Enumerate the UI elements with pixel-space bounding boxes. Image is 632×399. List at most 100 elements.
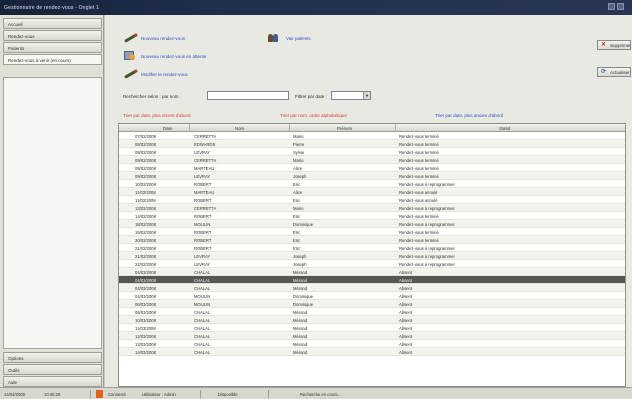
cell-firstname: Mérand [293, 310, 308, 315]
column-header-firstname[interactable]: Prénom [337, 126, 352, 131]
application-window: Gestionnaire de rendez-vous - Onglet 1 A… [0, 0, 632, 399]
table-row[interactable]: 20/02/2008 ROBERT Eric Rendez-vous terminé [119, 236, 625, 244]
table-row[interactable]: 12/03/2008 CHALAL Mérand Absent [119, 332, 625, 340]
main-panel: Nouveau rendez-vous Nouveau rendez-vous … [105, 15, 632, 387]
table-row[interactable]: 11/02/2008 MARTEAU Alice Rendez-vous annulé [119, 188, 625, 196]
status-user: Utilisateur : Admin [142, 392, 176, 397]
sidebar-item-outils[interactable]: Outils [3, 364, 102, 375]
search-input[interactable] [207, 91, 289, 100]
chevron-down-icon[interactable]: ▼ [363, 92, 370, 99]
table-row[interactable]: 10/02/2008 ROBERT Eric Rendez-vous à reprog… [119, 180, 625, 188]
cell-firstname: Alice [293, 166, 303, 171]
people-icon [268, 33, 281, 43]
table-row[interactable]: 14/02/2008 ROBERT Eric Rendez-vous terminé [119, 212, 625, 220]
cell-date: 09/02/2008 [135, 158, 156, 163]
cell-firstname: Pierre [293, 142, 305, 147]
cell-date: 04/03/2008 [135, 286, 156, 291]
cell-status: Rendez-vous terminé [399, 214, 439, 219]
table-row[interactable]: 04/03/2008 CHALAL Mérand Absent [119, 268, 625, 276]
cell-firstname: Mérand [293, 286, 308, 291]
cell-name: MARTEAU [194, 190, 215, 195]
cell-status: Rendez-vous à reprogrammer [399, 222, 455, 227]
patients-action[interactable]: Voir patients [268, 33, 338, 43]
cell-firstname: Eric [293, 198, 301, 203]
table-row[interactable]: 19/02/2008 ROBERT Eric Rendez-vous terminé [119, 228, 625, 236]
table-row[interactable]: 10/03/2008 CHALAL Mérand Absent [119, 316, 625, 324]
refresh-label: Actualiser [610, 70, 630, 75]
column-header-date[interactable]: Date [163, 126, 172, 131]
modify-action[interactable]: Modifier le rendez-vous [123, 69, 223, 79]
search-label: Rechercher selon : par nom [123, 94, 179, 99]
column-header-status[interactable]: Statut [499, 126, 510, 131]
table-row[interactable]: 22/02/2008 LEVRAY Joseph Rendez-vous à repr… [119, 260, 625, 268]
cell-date: 14/02/2008 [135, 214, 156, 219]
close-button[interactable] [617, 3, 624, 10]
cell-firstname: Joseph [293, 254, 307, 259]
status-mode: Connecté [108, 392, 126, 397]
cell-status: Rendez-vous annulé [399, 190, 438, 195]
cell-status: Rendez-vous terminé [399, 134, 439, 139]
status-state: Disponible [218, 392, 238, 397]
table-row[interactable]: 09/02/2008 LEVRAY Joseph Rendez-vous termin… [119, 172, 625, 180]
table-row[interactable]: 04/03/2008 MOULIN Dominique Absent [119, 292, 625, 300]
close-icon: ✕ [600, 42, 607, 48]
table-row[interactable]: 13/02/2008 CERRETTA Mario Rendez-vous à rep… [119, 204, 625, 212]
cell-status: Rendez-vous à reprogrammer [399, 262, 455, 267]
cell-date: 22/02/2008 [135, 262, 156, 267]
sort-by-date-link[interactable]: Trier par date, plus récent d'abord [123, 113, 190, 118]
table-row[interactable]: 08/02/2008 LEVRAY Sylvie Rendez-vous termin… [119, 148, 625, 156]
table-row[interactable]: 04/03/2008 CHALAL Mérand Absent [119, 276, 625, 284]
table-row[interactable]: 11/02/2008 ROBERT Eric Rendez-vous annulé [119, 196, 625, 204]
cell-status: Absent [399, 302, 413, 307]
sidebar-item-patients[interactable]: Patients [3, 42, 102, 53]
cell-firstname: Mario [293, 206, 304, 211]
column-header-name[interactable]: Nom [235, 126, 244, 131]
table-row[interactable]: 04/03/2008 CHALAL Mérand Absent [119, 284, 625, 292]
table-header: Date Nom Prénom Statut [119, 124, 625, 132]
table-row[interactable]: 07/02/2008 CERRETTA Mario Rendez-vous termi… [119, 132, 625, 140]
cell-status: Rendez-vous terminé [399, 166, 439, 171]
cell-date: 09/02/2008 [135, 174, 156, 179]
cell-name: MOULIN [194, 222, 211, 227]
cell-date: 10/02/2008 [135, 182, 156, 187]
cell-date: 20/02/2008 [135, 238, 156, 243]
cell-status: Absent [399, 318, 413, 323]
cell-name: EDWARDS [194, 142, 216, 147]
sidebar-item-options[interactable]: Options [3, 352, 102, 363]
delete-button[interactable]: ✕ Supprimer [597, 40, 631, 50]
table-row[interactable]: 08/02/2008 EDWARDS Pierre Rendez-vous termi… [119, 140, 625, 148]
cell-status: Rendez-vous terminé [399, 158, 439, 163]
cell-date: 21/02/2008 [135, 246, 156, 251]
table-row[interactable]: 21/02/2008 ROBERT Eric Rendez-vous à reprog… [119, 244, 625, 252]
table-row[interactable]: 06/03/2008 MOULIN Dominique Absent [119, 300, 625, 308]
refresh-button[interactable]: ⟳ Actualiser [597, 67, 631, 77]
sidebar-item-upcoming[interactable]: Rendez-vous à venir (en cours) [3, 54, 102, 65]
sidebar-item-aide[interactable]: Aide [3, 376, 102, 387]
date-filter-select[interactable]: ▼ [331, 91, 371, 100]
sort-by-recent-link[interactable]: Trier par date, plus ancien d'abord [435, 113, 503, 118]
cell-name: LEVRAY [194, 150, 211, 155]
cell-date: 14/03/2008 [135, 350, 156, 355]
delete-label: Supprimer [610, 43, 631, 48]
cell-date: 08/02/2008 [135, 150, 156, 155]
table-row[interactable]: 11/03/2008 CHALAL Mérand Absent [119, 324, 625, 332]
table-row[interactable]: 13/03/2008 CHALAL Mérand Absent [119, 340, 625, 348]
new-waiting-action[interactable]: Nouveau rendez-vous en attente [123, 51, 223, 61]
edit-icon [123, 69, 136, 79]
sidebar-item-accueil[interactable]: Accueil [3, 18, 102, 29]
sort-by-name-link[interactable]: Trier par nom, ordre alphabétique [280, 113, 347, 118]
cell-date: 10/03/2008 [135, 318, 156, 323]
table-row[interactable]: 18/02/2008 MOULIN Dominique Rendez-vous à r… [119, 220, 625, 228]
cell-status: Rendez-vous annulé [399, 198, 438, 203]
minimize-button[interactable] [608, 3, 615, 10]
table-row[interactable]: 09/02/2008 MARTEAU Alice Rendez-vous termin… [119, 164, 625, 172]
sidebar-item-rendez-vous[interactable]: Rendez-vous [3, 30, 102, 41]
table-row[interactable]: 21/02/2008 LEVRAY Joseph Rendez-vous à repr… [119, 252, 625, 260]
table-row[interactable]: 06/03/2008 CHALAL Mérand Absent [119, 308, 625, 316]
table-row[interactable]: 14/03/2008 CHALAL Mérand Absent [119, 348, 625, 356]
cell-name: CHALAL [194, 326, 211, 331]
new-appointment-action[interactable]: Nouveau rendez-vous [123, 33, 223, 43]
table-row[interactable]: 09/02/2008 CERRETTA Mario Rendez-vous termi… [119, 156, 625, 164]
cell-status: Rendez-vous terminé [399, 150, 439, 155]
cell-name: CHALAL [194, 350, 211, 355]
